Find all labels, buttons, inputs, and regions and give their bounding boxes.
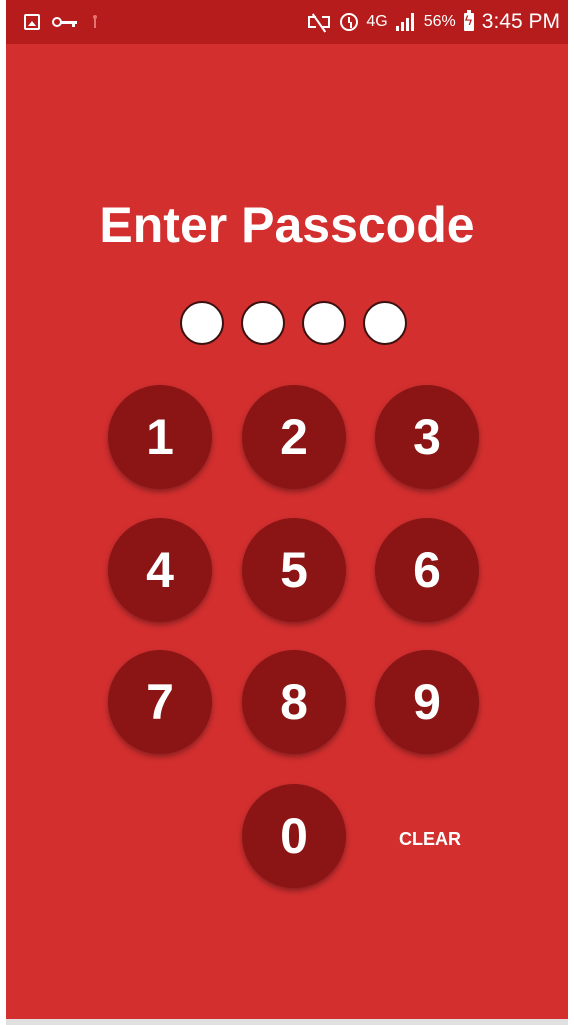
key-1-button[interactable]: 1 [108,385,212,489]
key-8-button[interactable]: 8 [242,650,346,754]
key-4-button[interactable]: 4 [108,518,212,622]
key-5-button[interactable]: 5 [242,518,346,622]
alarm-icon [340,13,359,31]
clock: 3:45 PM [481,10,560,33]
image-icon [24,14,40,30]
key-6-button[interactable]: 6 [375,518,479,622]
notification-dot-icon [90,15,100,29]
key-3-button[interactable]: 3 [375,385,479,489]
passcode-dot [302,301,346,345]
key-9-button[interactable]: 9 [375,650,479,754]
passcode-dot [363,301,407,345]
battery-percent: 56% [423,13,456,30]
network-type: 4G [366,13,388,30]
screen-bottom-edge [6,1019,568,1025]
lock-screen: 4G 56% 3:45 PM Enter Passcode 123 456 7890… [6,0,568,1025]
page-title: Enter Passcode [99,197,475,253]
key-7-button[interactable]: 7 [108,650,212,754]
key-2-button[interactable]: 2 [242,385,346,489]
battery-charging-icon [463,10,474,31]
passcode-dot [241,301,285,345]
clear-button[interactable]: CLEAR [386,826,474,852]
mute-icon [306,13,332,33]
key-icon [52,14,78,30]
status-bar: 4G 56% 3:45 PM [6,0,568,44]
key-0-button[interactable]: 0 [242,784,346,888]
signal-icon [395,13,416,31]
passcode-dot [180,301,224,345]
notification-icons [24,10,100,34]
passcode-dots [180,301,420,345]
system-icons: 4G 56% 3:45 PM [306,8,560,36]
